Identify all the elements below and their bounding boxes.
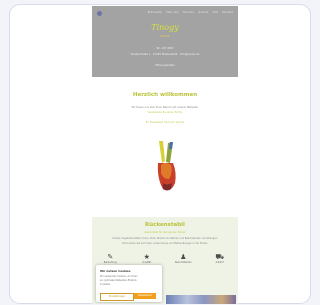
nav-item[interactable]: Über Uns [166, 11, 179, 14]
cookie-settings-button[interactable]: Einstellungen [100, 293, 134, 301]
nav-item[interactable]: Kontakt [222, 11, 233, 14]
section-text-2: Informieren Sie sich über unsere Kurse u… [121, 242, 209, 245]
welcome-text-2: Ihr Praxisteam freut sich auf Sie [145, 121, 185, 124]
cookie-title: Wir nutzen Cookies [100, 269, 131, 273]
top-navigation: Startseite Über Uns Termine Galerie FAQ … [148, 11, 233, 14]
section-subtitle: Gesundheit für den ganzen Körper [144, 231, 186, 234]
section-title: Rückenstabil [145, 222, 185, 228]
hero-hours-link[interactable]: Öffnungszeiten [92, 64, 238, 67]
feature-item[interactable]: ✎ Behandlung [93, 253, 127, 264]
hero-address: Musterstraße 1 · 12345 Musterstadt · inf… [130, 53, 200, 56]
cookie-banner: Wir nutzen Cookies Wir verwenden Cookies… [96, 265, 162, 302]
welcome-link[interactable]: Vereinbaren Sie einen Termin [92, 111, 238, 114]
nav-item[interactable]: FAQ [213, 11, 218, 14]
gallery-photo [166, 295, 236, 304]
feature-item[interactable]: ⛟ Anfahrt [203, 253, 237, 264]
nav-item[interactable]: Termine [183, 11, 194, 14]
cookie-text: zu bieten. [100, 283, 111, 286]
feature-caption: Qualität [142, 261, 152, 264]
nav-item[interactable]: Startseite [148, 11, 162, 14]
hero-banner: Startseite Über Uns Termine Galerie FAQ … [92, 6, 238, 77]
feature-icons: ✎ Behandlung ★ Qualität ♟ Neue Patienten… [92, 253, 238, 264]
nav-item[interactable]: Galerie [198, 11, 208, 14]
cookie-text: Wir verwenden Cookies, um Ihnen [100, 275, 138, 278]
welcome-text: Wir freuen uns über Ihren Besuch auf uns… [131, 106, 199, 109]
user-plus-icon: ♟ [180, 253, 187, 261]
section-text: Unsere Angebote helfen Ihnen, Ihren Rück… [112, 237, 218, 240]
feature-item[interactable]: ♟ Neue Patienten [166, 253, 200, 264]
feature-item[interactable]: ★ Qualität [130, 253, 164, 264]
feature-caption: Neue Patienten [174, 261, 192, 264]
car-icon: ⛟ [215, 253, 225, 261]
feature-caption: Behandlung [103, 261, 117, 264]
peace-sign-hand-icon [157, 141, 176, 191]
brand-subtitle: Praxis [160, 34, 170, 38]
cookie-accept-button[interactable]: Akzeptieren [134, 293, 156, 299]
brand-title: Tinogy [151, 23, 179, 32]
tool-icon: ✎ [107, 253, 114, 261]
website-preview: Startseite Über Uns Termine Galerie FAQ … [92, 6, 238, 304]
logo-icon[interactable] [97, 11, 102, 16]
cookie-text: ein optimales Webseiten-Erlebnis [100, 279, 137, 282]
star-icon: ★ [143, 253, 150, 261]
hero-phone: Tel. 123 4567 [156, 47, 174, 50]
welcome-title: Herzlich willkommen [132, 92, 198, 98]
feature-caption: Anfahrt [215, 261, 224, 264]
